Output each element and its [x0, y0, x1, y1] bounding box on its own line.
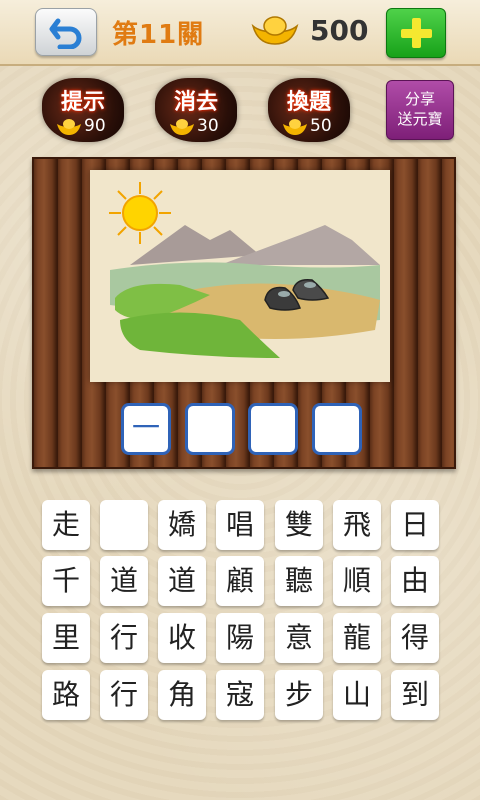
character-tile[interactable]: 日 — [391, 500, 439, 550]
gold-ingot-icon — [251, 16, 299, 45]
puzzle-illustration — [90, 170, 390, 382]
character-tile[interactable]: 步 — [275, 670, 323, 720]
eliminate-cost: 30 — [197, 116, 219, 136]
character-tile[interactable]: 得 — [391, 613, 439, 663]
character-tile[interactable]: 千 — [42, 556, 90, 606]
character-tile[interactable]: 聽 — [275, 556, 323, 606]
character-tile[interactable]: 由 — [391, 556, 439, 606]
character-tile[interactable]: 飛 — [333, 500, 381, 550]
hint-label: 提示 — [60, 90, 105, 115]
hint-cost: 90 — [84, 116, 106, 136]
change-question-cost: 50 — [310, 116, 332, 136]
change-question-button[interactable]: 換題 50 — [268, 78, 350, 142]
back-button[interactable] — [35, 8, 97, 56]
level-title: 第11關 — [112, 20, 205, 50]
change-question-label: 換題 — [286, 90, 331, 115]
eliminate-button[interactable]: 消去 30 — [155, 78, 237, 142]
gold-ingot-icon — [283, 119, 307, 135]
character-tile[interactable]: 角 — [158, 670, 206, 720]
character-tile[interactable]: 行 — [100, 670, 148, 720]
character-tile[interactable]: 行 — [100, 613, 148, 663]
answer-slot-4[interactable] — [312, 403, 362, 455]
answer-slot-3[interactable] — [248, 403, 298, 455]
character-tile[interactable]: 嬌 — [158, 500, 206, 550]
character-tile[interactable]: 龍 — [333, 613, 381, 663]
share-label-1: 分享 — [404, 90, 435, 108]
character-tile[interactable]: 意 — [275, 613, 323, 663]
hint-button[interactable]: 提示 90 — [42, 78, 124, 142]
add-coins-button[interactable] — [386, 8, 446, 58]
character-tile[interactable]: 路 — [42, 670, 90, 720]
share-label-2: 送元寶 — [397, 110, 443, 128]
character-tile[interactable]: 唱 — [216, 500, 264, 550]
character-tile[interactable]: 道 — [100, 556, 148, 606]
puzzle-picture — [90, 170, 390, 382]
eliminate-label: 消去 — [173, 90, 218, 115]
character-tile[interactable]: 里 — [42, 613, 90, 663]
top-bar: 第11關 500 — [0, 0, 480, 66]
character-tile[interactable]: 道 — [158, 556, 206, 606]
character-tile[interactable]: 陽 — [216, 613, 264, 663]
character-tile[interactable] — [100, 500, 148, 550]
character-tile[interactable]: 顧 — [216, 556, 264, 606]
back-arrow-icon — [49, 18, 82, 49]
gold-ingot-icon — [170, 119, 194, 135]
share-button[interactable]: 分享 送元寶 — [386, 80, 454, 140]
answer-slot-1[interactable]: 一 — [121, 403, 171, 455]
character-tile[interactable]: 走 — [42, 500, 90, 550]
character-tile[interactable]: 到 — [391, 670, 439, 720]
character-tile[interactable]: 山 — [333, 670, 381, 720]
character-tile[interactable]: 順 — [333, 556, 381, 606]
character-tile[interactable]: 寇 — [216, 670, 264, 720]
answer-slot-2[interactable] — [185, 403, 235, 455]
character-tile[interactable]: 收 — [158, 613, 206, 663]
gold-ingot-icon — [57, 119, 81, 135]
character-tile[interactable]: 雙 — [275, 500, 323, 550]
coin-count: 500 — [310, 14, 369, 47]
